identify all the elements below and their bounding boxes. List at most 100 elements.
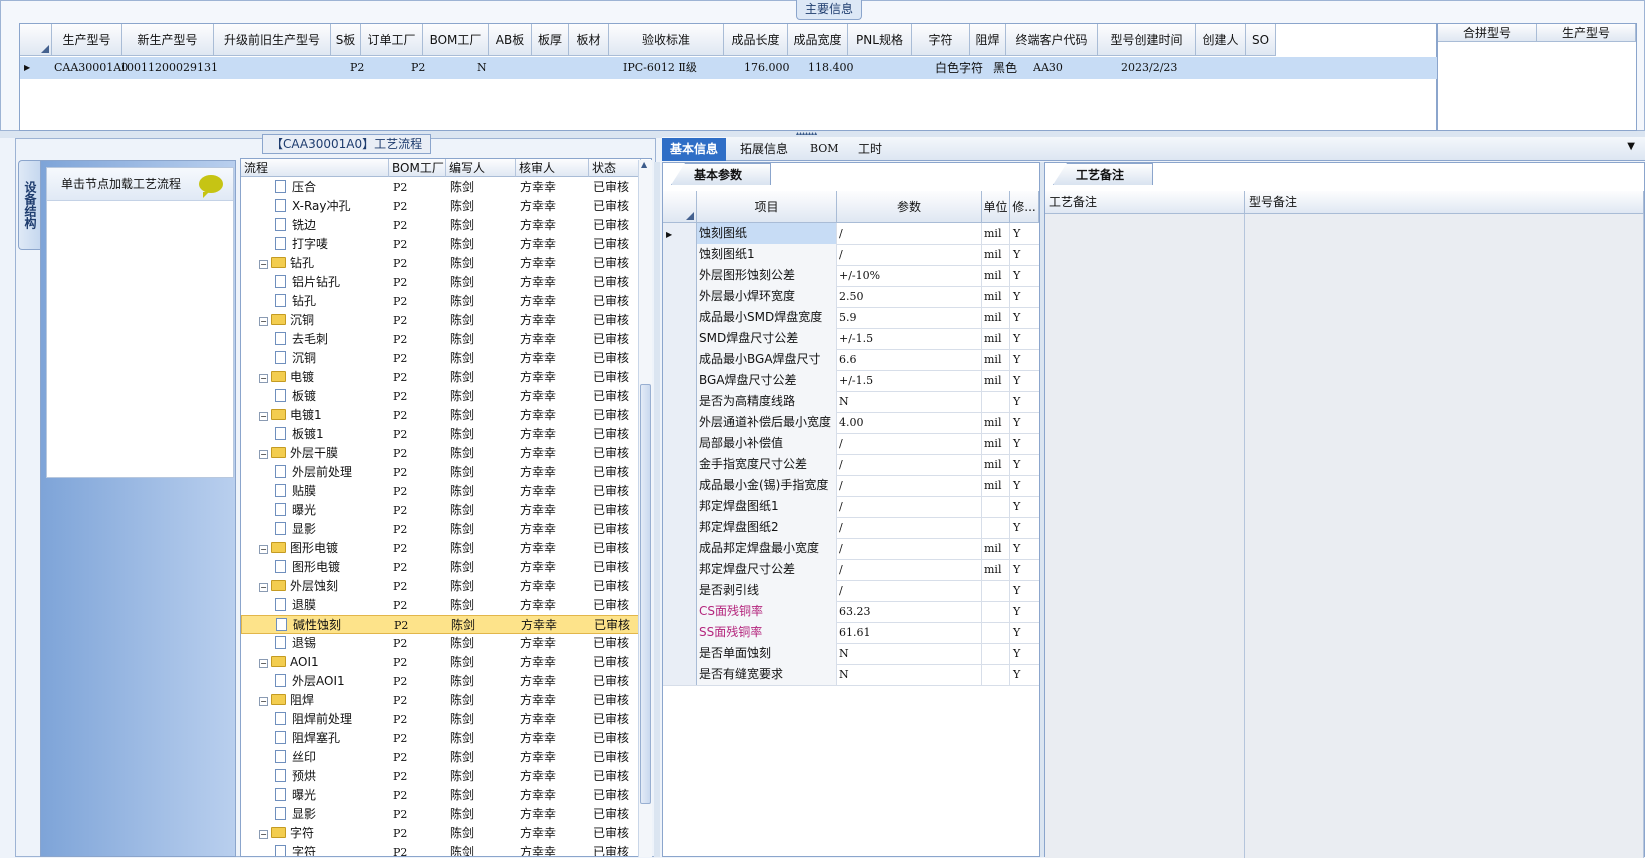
collapse-icon[interactable]: − bbox=[259, 450, 268, 459]
collapse-icon[interactable]: − bbox=[259, 317, 268, 326]
col-header[interactable]: 型号创建时间 bbox=[1098, 24, 1196, 56]
merge-prod-col-header[interactable]: 生产型号 bbox=[1537, 24, 1636, 42]
tree-node[interactable]: 显影 P2 陈剑 方幸幸 已审核 bbox=[241, 520, 641, 539]
row-indicator[interactable] bbox=[663, 265, 697, 286]
param-value[interactable]: 5.9 bbox=[837, 307, 982, 328]
row-indicator[interactable] bbox=[663, 433, 697, 454]
param-row[interactable]: 成品最小BGA焊盘尺寸 6.6 mil Y bbox=[663, 349, 1039, 371]
collapse-icon[interactable]: − bbox=[259, 374, 268, 383]
param-value[interactable]: 61.61 bbox=[837, 622, 982, 643]
cell-order-factory[interactable]: P2 bbox=[350, 57, 364, 79]
row-indicator[interactable] bbox=[663, 328, 697, 349]
param-row[interactable]: ▶ 蚀刻图纸 / mil Y bbox=[663, 223, 1039, 245]
col-header[interactable]: 终端客户代码 bbox=[1006, 24, 1098, 56]
tree-col-header[interactable]: 流程 bbox=[241, 159, 389, 177]
col-unit-header[interactable]: 单位 bbox=[982, 191, 1010, 223]
param-value[interactable]: N bbox=[837, 664, 982, 685]
col-header[interactable]: S板 bbox=[331, 24, 361, 56]
param-value[interactable]: / bbox=[837, 517, 982, 538]
tab-bom[interactable]: BOM bbox=[802, 138, 847, 161]
tab-work-hours[interactable]: 工时 bbox=[850, 138, 890, 161]
tree-node[interactable]: 丝印 P2 陈剑 方幸幸 已审核 bbox=[241, 748, 641, 767]
param-row[interactable]: 外层通道补偿后最小宽度 4.00 mil Y bbox=[663, 412, 1039, 434]
tree-node[interactable]: 曝光 P2 陈剑 方幸幸 已审核 bbox=[241, 786, 641, 805]
tab-menu-chevron-icon[interactable]: ▼ bbox=[1627, 141, 1635, 152]
col-header[interactable]: 成品长度 bbox=[724, 24, 788, 56]
row-indicator[interactable] bbox=[663, 475, 697, 496]
tree-node[interactable]: 退膜 P2 陈剑 方幸幸 已审核 bbox=[241, 596, 641, 615]
col-header[interactable]: 新生产型号 bbox=[122, 24, 214, 56]
load-flow-hint[interactable]: 单击节点加载工艺流程 bbox=[47, 168, 233, 201]
row-indicator[interactable] bbox=[663, 622, 697, 643]
param-row[interactable]: 局部最小补偿值 / mil Y bbox=[663, 433, 1039, 455]
collapse-icon[interactable]: − bbox=[259, 260, 268, 269]
col-header[interactable]: SO bbox=[1246, 24, 1276, 56]
tree-node[interactable]: 打字唛 P2 陈剑 方幸幸 已审核 bbox=[241, 235, 641, 254]
row-indicator[interactable] bbox=[663, 496, 697, 517]
model-remark-header[interactable]: 型号备注 bbox=[1245, 191, 1644, 214]
process-remark-column[interactable] bbox=[1045, 191, 1245, 858]
tree-node[interactable]: − 钻孔 P2 陈剑 方幸幸 已审核 bbox=[241, 254, 641, 273]
col-header[interactable]: 验收标准 bbox=[609, 24, 724, 56]
cell-new-prod-no[interactable]: 10011200029131 bbox=[120, 57, 218, 79]
model-remark-column[interactable] bbox=[1245, 191, 1644, 858]
param-row[interactable]: 邦定焊盘图纸2/ Y bbox=[663, 517, 1039, 539]
param-row[interactable]: 金手指宽度尺寸公差 / mil Y bbox=[663, 454, 1039, 476]
tree-node[interactable]: 外层前处理 P2 陈剑 方幸幸 已审核 bbox=[241, 463, 641, 482]
cell-char[interactable]: 白色字符 bbox=[935, 57, 983, 79]
collapse-icon[interactable]: − bbox=[259, 830, 268, 839]
param-row[interactable]: SMD焊盘尺寸公差 +/-1.5 mil Y bbox=[663, 328, 1039, 350]
tree-node[interactable]: − 电镀1 P2 陈剑 方幸幸 已审核 bbox=[241, 406, 641, 425]
cell-width[interactable]: 118.400 bbox=[808, 57, 854, 79]
param-row[interactable]: 外层图形蚀刻公差 +/-10% mil Y bbox=[663, 265, 1039, 287]
tab-extended-info[interactable]: 拓展信息 bbox=[732, 138, 796, 161]
row-indicator[interactable] bbox=[663, 664, 697, 685]
param-row[interactable]: 外层最小焊环宽度 2.50 mil Y bbox=[663, 286, 1039, 308]
row-indicator[interactable] bbox=[663, 307, 697, 328]
param-row[interactable]: 邦定焊盘尺寸公差 / mil Y bbox=[663, 559, 1039, 581]
col-header[interactable]: AB板 bbox=[489, 24, 532, 56]
param-row[interactable]: 是否剥引线 / Y bbox=[663, 580, 1039, 602]
tree-node[interactable]: 预烘 P2 陈剑 方幸幸 已审核 bbox=[241, 767, 641, 786]
cell-customer[interactable]: AA30 bbox=[1033, 57, 1063, 79]
row-indicator[interactable] bbox=[663, 601, 697, 622]
merge-col-header[interactable]: 合拼型号 bbox=[1438, 24, 1537, 42]
tree-node[interactable]: 铣边 P2 陈剑 方幸幸 已审核 bbox=[241, 216, 641, 235]
tree-col-header[interactable]: 编写人 bbox=[446, 159, 516, 177]
row-indicator[interactable] bbox=[663, 643, 697, 664]
tree-col-header[interactable]: BOM工厂 bbox=[389, 159, 446, 177]
tree-node[interactable]: 钻孔 P2 陈剑 方幸幸 已审核 bbox=[241, 292, 641, 311]
param-value[interactable]: / bbox=[837, 433, 982, 454]
param-row[interactable]: 成品邦定焊盘最小宽度 / mil Y bbox=[663, 538, 1039, 560]
row-indicator[interactable] bbox=[663, 370, 697, 391]
scroll-up-icon[interactable]: ▲ bbox=[641, 160, 647, 169]
param-row[interactable]: 成品最小金(锡)手指宽度 / mil Y bbox=[663, 475, 1039, 497]
tree-node[interactable]: − 电镀 P2 陈剑 方幸幸 已审核 bbox=[241, 368, 641, 387]
tree-node[interactable]: 阻焊前处理 P2 陈剑 方幸幸 已审核 bbox=[241, 710, 641, 729]
param-value[interactable]: +/-1.5 bbox=[837, 370, 982, 391]
cell-mask[interactable]: 黑色 bbox=[993, 57, 1017, 79]
param-value[interactable]: 6.6 bbox=[837, 349, 982, 370]
tree-node[interactable]: 板镀 P2 陈剑 方幸幸 已审核 bbox=[241, 387, 641, 406]
col-header[interactable]: 创建人 bbox=[1196, 24, 1246, 56]
tree-node[interactable]: 曝光 P2 陈剑 方幸幸 已审核 bbox=[241, 501, 641, 520]
tree-node[interactable]: 图形电镀 P2 陈剑 方幸幸 已审核 bbox=[241, 558, 641, 577]
param-row[interactable]: 是否单面蚀刻 N Y bbox=[663, 643, 1039, 665]
tree-node[interactable]: X-Ray冲孔 P2 陈剑 方幸幸 已审核 bbox=[241, 197, 641, 216]
cell-created[interactable]: 2023/2/23 bbox=[1121, 57, 1177, 79]
col-header[interactable]: 成品宽度 bbox=[788, 24, 848, 56]
cell-length[interactable]: 176.000 bbox=[744, 57, 790, 79]
col-header[interactable]: 升级前旧生产型号 bbox=[214, 24, 331, 56]
param-value[interactable]: N bbox=[837, 391, 982, 412]
tree-node[interactable]: − 外层蚀刻 P2 陈剑 方幸幸 已审核 bbox=[241, 577, 641, 596]
param-row[interactable]: 是否为高精度线路 N Y bbox=[663, 391, 1039, 413]
collapse-icon[interactable]: − bbox=[259, 412, 268, 421]
collapse-icon[interactable]: − bbox=[259, 545, 268, 554]
param-value[interactable]: 63.23 bbox=[837, 601, 982, 622]
tree-node[interactable]: − 外层干膜 P2 陈剑 方幸幸 已审核 bbox=[241, 444, 641, 463]
tree-node[interactable]: 显影 P2 陈剑 方幸幸 已审核 bbox=[241, 805, 641, 824]
tab-process-remark[interactable]: 工艺备注 bbox=[1053, 163, 1153, 185]
param-value[interactable]: N bbox=[837, 643, 982, 664]
param-row[interactable]: 是否有缝宽要求 N Y bbox=[663, 664, 1039, 686]
col-value-header[interactable]: 参数 bbox=[837, 191, 982, 223]
